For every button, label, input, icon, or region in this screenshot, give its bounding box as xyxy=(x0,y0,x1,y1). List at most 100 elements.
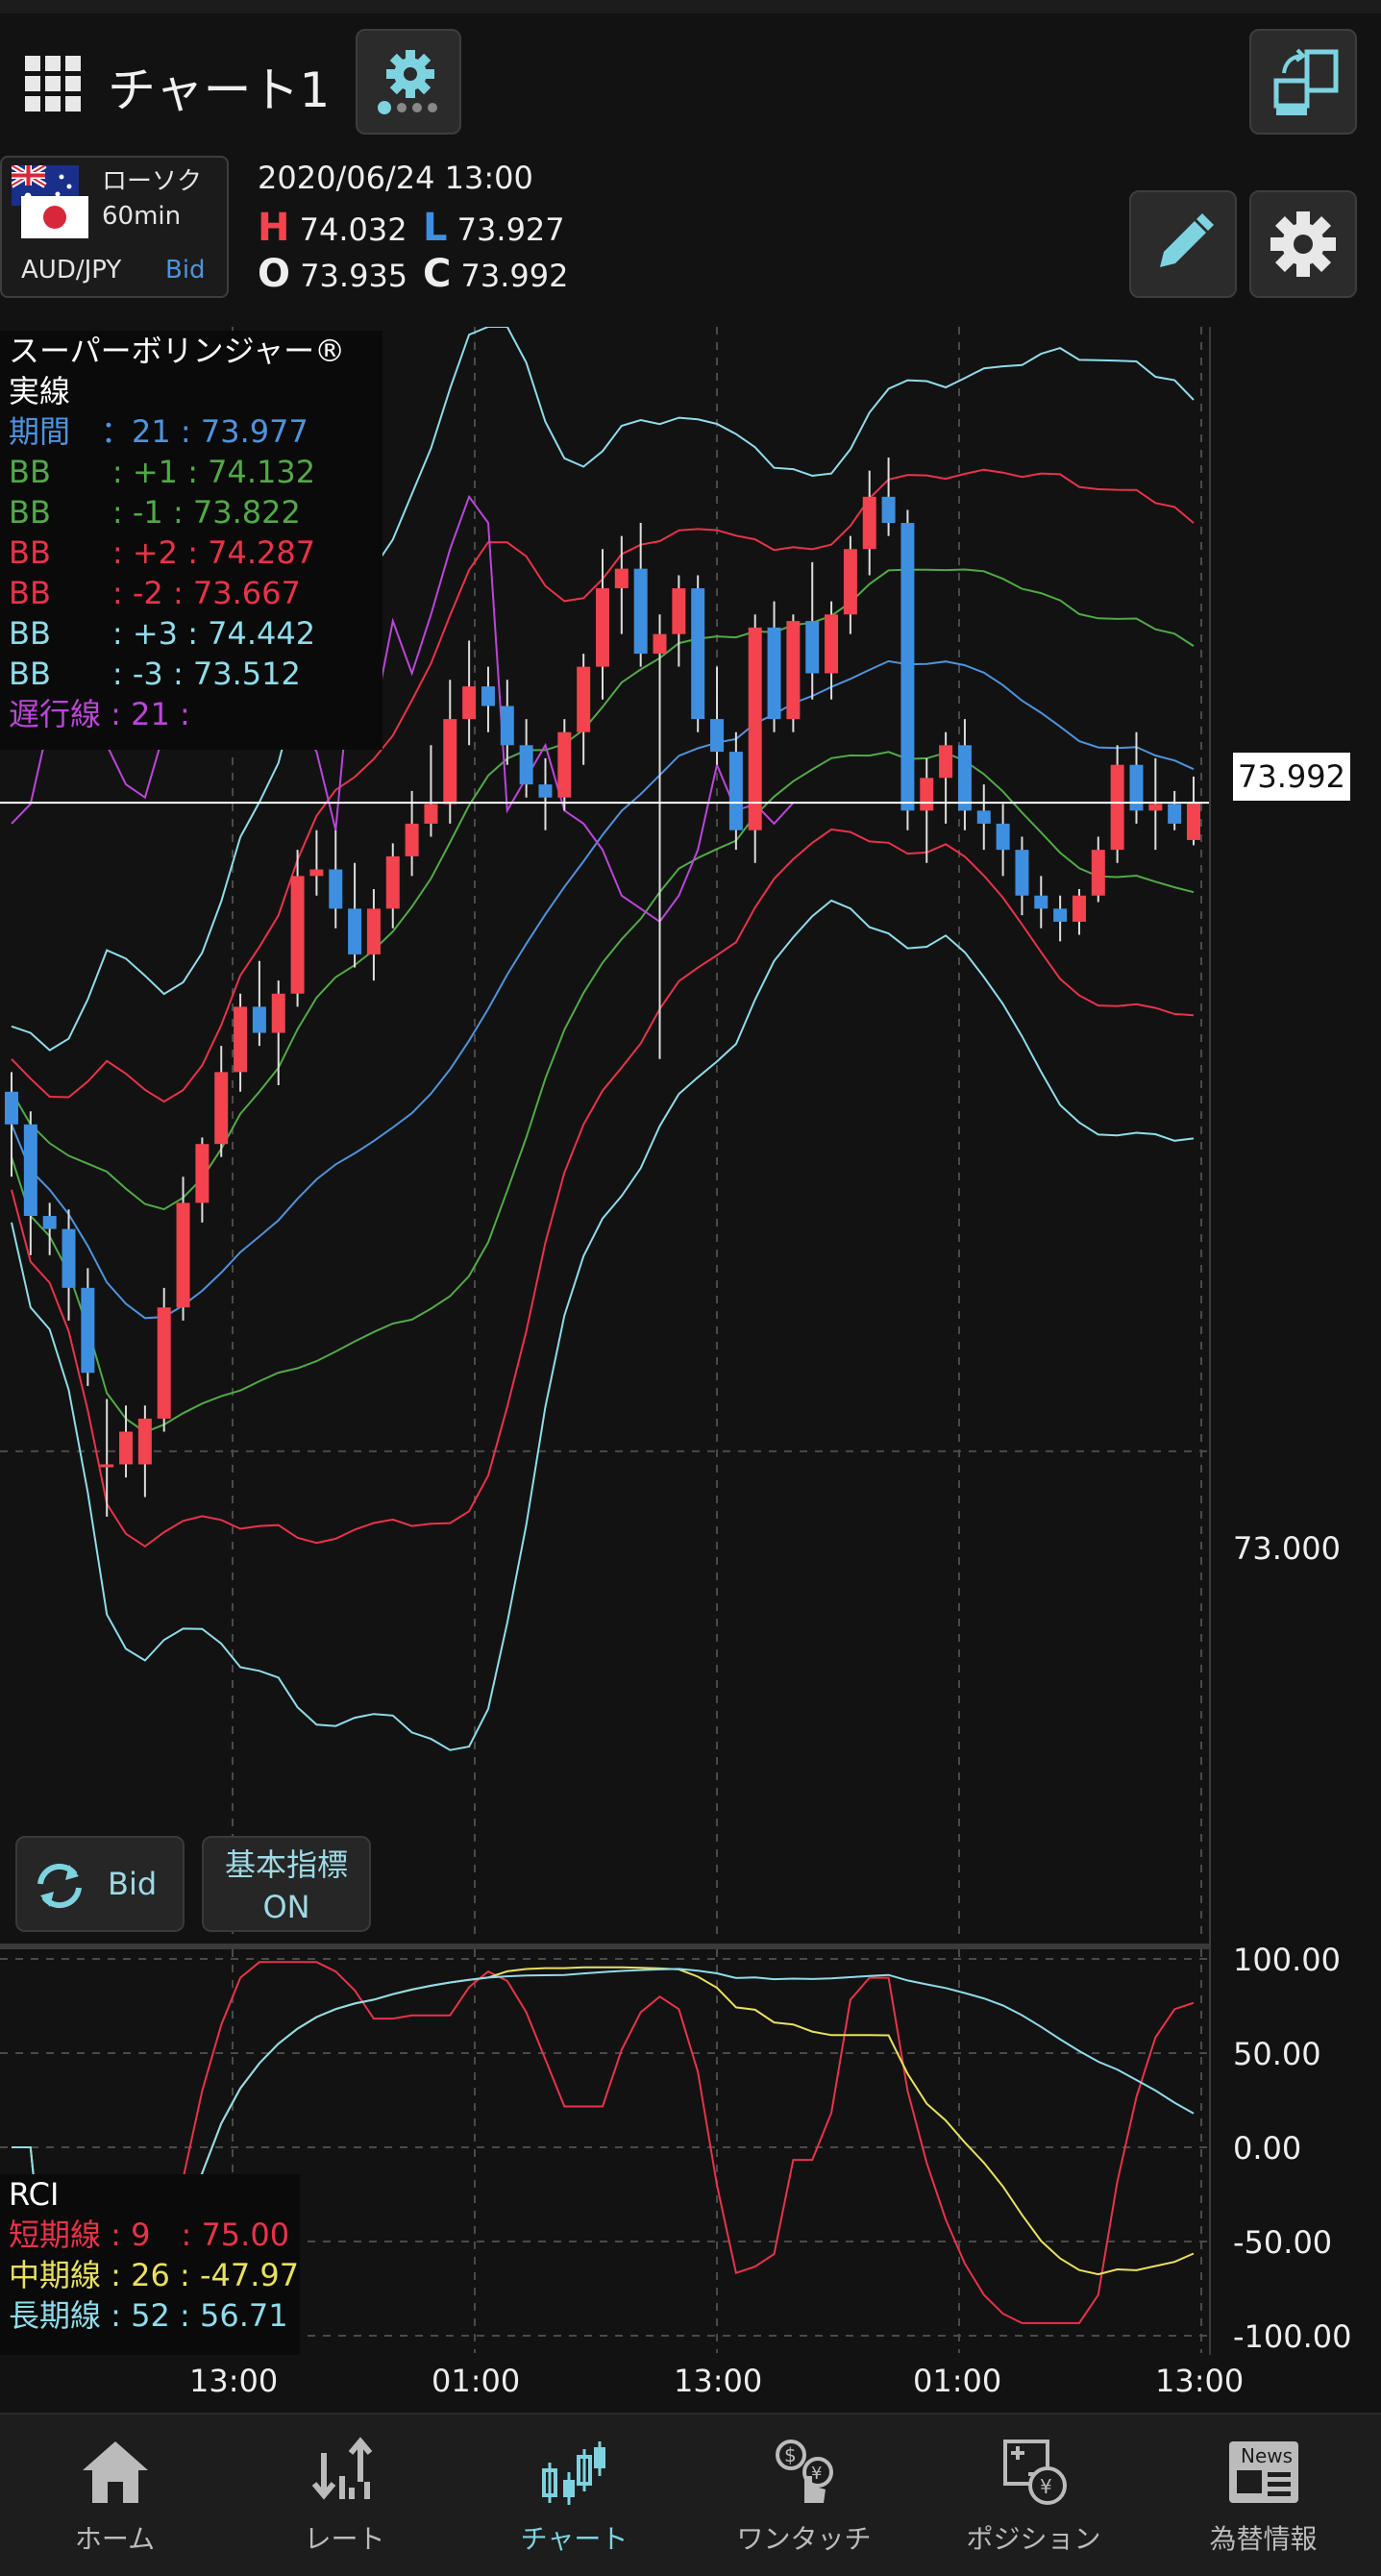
legend-row: BB : -3 : 73.512 xyxy=(9,656,301,692)
indicator-legend[interactable]: スーパーボリンジャー® 実線 期間 ：21 : 73.977 BB : +1 :… xyxy=(0,331,382,750)
candle-body xyxy=(710,719,725,753)
chart-settings-button[interactable] xyxy=(356,29,461,135)
gear-icon xyxy=(1270,211,1336,277)
candle-body xyxy=(577,666,591,732)
candle-body xyxy=(881,496,896,524)
candle-body xyxy=(1091,850,1105,896)
nav-home[interactable]: ホーム xyxy=(0,2415,230,2576)
candle-body xyxy=(653,633,667,655)
candle-body xyxy=(1148,804,1163,811)
legend-row: BB : +2 : 74.287 xyxy=(9,534,316,571)
candle-body xyxy=(633,568,648,655)
chart-type-label: ローソク xyxy=(102,167,203,196)
chart-icon xyxy=(542,2441,605,2505)
svg-text:¥: ¥ xyxy=(1040,2475,1052,2498)
candle-body xyxy=(538,784,553,798)
timeframe-label: 60min xyxy=(102,202,182,231)
bid-toggle-button[interactable]: Bid xyxy=(15,1836,185,1932)
candle-body xyxy=(1015,850,1029,896)
candle-body xyxy=(42,1216,57,1229)
symbol-selector[interactable]: ローソク 60min AUD/JPY Bid xyxy=(0,156,229,298)
legend-row: BB : +3 : 74.442 xyxy=(9,615,316,652)
status-strip xyxy=(0,0,1381,13)
rci-axis-label: 100.00 xyxy=(1233,1942,1341,1978)
candle-body xyxy=(1053,908,1068,922)
candle-body xyxy=(157,1307,171,1419)
legend-row: 期間 ：21 : 73.977 xyxy=(9,413,308,450)
refresh-icon xyxy=(37,1863,82,1909)
time-axis-label: 01:00 xyxy=(913,2363,1002,2399)
candle-body xyxy=(691,588,705,720)
nav-news[interactable]: News 為替情報 xyxy=(1148,2415,1378,2576)
price-side-label: Bid xyxy=(165,256,206,285)
candle-body xyxy=(786,621,801,720)
candle-body xyxy=(767,627,781,720)
candle-body xyxy=(957,745,972,811)
nav-rate[interactable]: レート xyxy=(230,2415,459,2576)
quote-close: C 73.992 xyxy=(423,252,569,296)
settings-button[interactable] xyxy=(1249,190,1357,298)
switch-layout-button[interactable] xyxy=(1249,29,1357,135)
time-axis-label: 13:00 xyxy=(674,2363,763,2399)
nav-chart[interactable]: チャート xyxy=(459,2415,689,2576)
candle-body xyxy=(62,1228,76,1288)
position-icon: ¥ xyxy=(1003,2440,1067,2505)
candle-body xyxy=(500,706,514,746)
candle-body xyxy=(329,869,343,909)
bottom-nav: ホーム レート チャート $ ¥ ワンタッチ ¥ ポジション News 為替情報 xyxy=(0,2413,1381,2576)
gear-icon xyxy=(378,50,437,114)
one-touch-icon: $ ¥ xyxy=(776,2440,833,2503)
candle-body xyxy=(5,1091,18,1125)
rci-axis-label: 50.00 xyxy=(1233,2036,1321,2072)
rci-axis-label: 0.00 xyxy=(1233,2130,1302,2167)
candle-body xyxy=(939,745,953,779)
legend-row: BB : -1 : 73.822 xyxy=(9,494,301,531)
candle-body xyxy=(805,621,820,674)
candle-body xyxy=(462,686,477,720)
candle-body xyxy=(672,588,686,634)
candle-body xyxy=(862,496,876,550)
nav-one-touch[interactable]: $ ¥ ワンタッチ xyxy=(689,2415,919,2576)
candle-body xyxy=(100,1464,114,1468)
basic-indicator-state: ON xyxy=(262,1889,310,1925)
basic-indicator-label: 基本指標 xyxy=(224,1846,348,1883)
candle-body xyxy=(614,568,629,589)
legend-subtitle: 実線 xyxy=(9,373,71,409)
rate-icon xyxy=(311,2437,373,2500)
quote-datetime: 2020/06/24 13:00 xyxy=(258,160,533,196)
rci-axis-label: -100.00 xyxy=(1233,2318,1352,2355)
candle-body xyxy=(405,823,419,856)
news-icon: News xyxy=(1229,2441,1298,2503)
draw-button[interactable] xyxy=(1129,190,1237,298)
legend-title: スーパーボリンジャー® xyxy=(9,333,346,369)
candle-body xyxy=(825,614,839,674)
candle-body xyxy=(271,993,285,1033)
menu-grid-icon[interactable] xyxy=(25,56,81,111)
candle-body xyxy=(81,1287,95,1374)
rci-legend-row: 中期線 : 26 : -47.97 xyxy=(9,2257,300,2293)
candle-body xyxy=(1072,895,1086,922)
page-title: チャート1 xyxy=(108,62,331,118)
candle-body xyxy=(843,549,857,615)
legend-row: 遅行線 : 21 : xyxy=(9,696,190,732)
bollinger-band-line xyxy=(11,828,1195,1548)
rci-legend[interactable]: RCI 短期線 : 9 : 75.00 中期線 : 26 : -47.97 長期… xyxy=(0,2174,300,2355)
candle-body xyxy=(385,855,400,909)
quote-open: O 73.935 xyxy=(258,252,408,296)
candle-body xyxy=(728,752,743,830)
candle-body xyxy=(1168,804,1182,824)
nav-position[interactable]: ¥ ポジション xyxy=(919,2415,1148,2576)
candle-body xyxy=(214,1072,229,1145)
candle-body xyxy=(424,804,438,824)
candle-body xyxy=(290,876,305,994)
candle-body xyxy=(481,686,495,706)
candle-body xyxy=(309,869,324,877)
candle-body xyxy=(1034,895,1048,909)
quote-high: H 74.032 xyxy=(258,206,407,250)
screen-switch-icon xyxy=(1273,48,1339,115)
basic-indicator-button[interactable]: 基本指標 ON xyxy=(202,1836,371,1932)
home-icon xyxy=(83,2441,148,2503)
jp-flag-icon xyxy=(21,196,88,238)
rci-legend-title: RCI xyxy=(9,2176,60,2213)
candle-body xyxy=(596,588,609,667)
